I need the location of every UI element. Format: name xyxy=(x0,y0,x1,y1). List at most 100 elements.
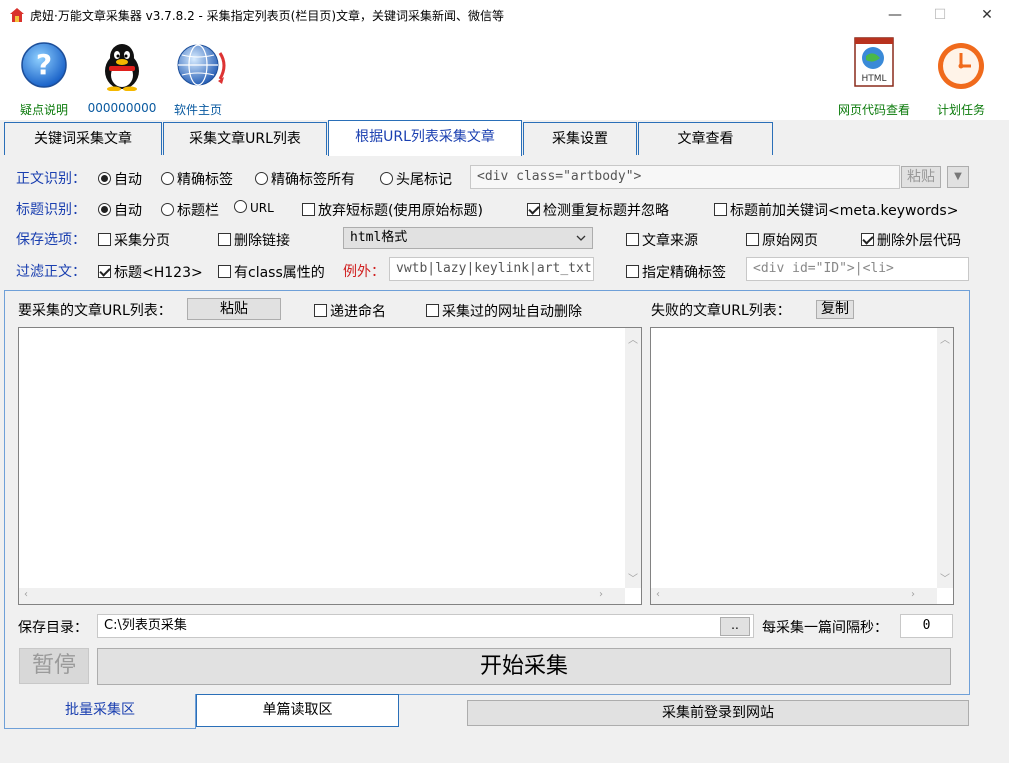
maximize-button[interactable]: ☐ xyxy=(925,4,955,26)
source-checkbox[interactable]: 文章来源 xyxy=(626,230,698,250)
body-headtail-radio[interactable]: 头尾标记 xyxy=(380,169,452,189)
interval-field[interactable]: 0 xyxy=(900,614,953,638)
scroll-up-icon: ︿ xyxy=(940,335,950,346)
help-question-icon: ? xyxy=(21,42,67,88)
title-h123-checkbox[interactable]: 标题<H123> xyxy=(98,262,203,282)
radio-icon xyxy=(234,200,247,213)
body-dropdown-button[interactable]: ▼ xyxy=(947,166,969,188)
schedule-tool[interactable]: 计划任务 xyxy=(921,32,1001,118)
home-tool[interactable]: 软件主页 xyxy=(158,32,238,118)
home-label: 软件主页 xyxy=(173,103,222,117)
html-document-icon: HTML xyxy=(854,37,894,87)
window-title: 虎妞·万能文章采集器 v3.7.8.2 - 采集指定列表页(栏目页)文章，关键词… xyxy=(30,9,505,23)
title-bar: 虎妞·万能文章采集器 v3.7.8.2 - 采集指定列表页(栏目页)文章，关键词… xyxy=(0,0,1009,30)
radio-selected-icon xyxy=(98,172,111,185)
body-tag-field[interactable]: <div class="artbody"> xyxy=(470,165,900,189)
checkbox-icon xyxy=(218,233,231,246)
scroll-left-icon: ‹ xyxy=(656,589,660,600)
auto-delete-checkbox[interactable]: 采集过的网址自动删除 xyxy=(426,301,582,321)
checkbox-icon xyxy=(746,233,759,246)
browse-button[interactable]: .. xyxy=(720,617,750,636)
tab-settings[interactable]: 采集设置 xyxy=(523,122,637,155)
tab-keyword-collect[interactable]: 关键词采集文章 xyxy=(4,122,162,155)
scroll-right-icon: › xyxy=(599,589,603,600)
scroll-down-icon: ﹀ xyxy=(940,574,950,585)
toolbar: ? 疑点说明 000000000 软件主页 HTML 网页代码查看 计划任务 xyxy=(0,30,1009,120)
close-button[interactable]: ✕ xyxy=(972,4,1002,26)
url-list-label: 要采集的文章URL列表： xyxy=(18,303,172,319)
format-select[interactable]: html格式 xyxy=(343,227,593,249)
tab-single-read[interactable]: 单篇读取区 xyxy=(196,694,399,727)
failed-list-textarea[interactable]: ︿ ﹀ ‹ › xyxy=(650,327,954,605)
checkbox-checked-icon xyxy=(98,265,111,278)
url-paste-button[interactable]: 粘贴 xyxy=(187,298,281,320)
start-collect-button[interactable]: 开始采集 xyxy=(97,648,951,685)
incremental-checkbox[interactable]: 递进命名 xyxy=(314,301,386,321)
scroll-left-icon: ‹ xyxy=(24,589,28,600)
save-dir-field[interactable]: C:\列表页采集 xyxy=(97,614,754,638)
horizontal-scrollbar[interactable]: ‹ › xyxy=(651,588,937,604)
checkbox-icon xyxy=(714,203,727,216)
tab-article-view[interactable]: 文章查看 xyxy=(638,122,773,155)
clock-icon xyxy=(938,43,984,89)
vertical-scrollbar[interactable]: ︿ ﹀ xyxy=(625,328,641,588)
title-auto-radio[interactable]: 自动 xyxy=(98,200,142,220)
has-class-checkbox[interactable]: 有class属性的 xyxy=(218,262,325,282)
title-url-radio[interactable]: URL xyxy=(234,200,274,215)
help-tool[interactable]: ? 疑点说明 xyxy=(4,32,84,118)
prefix-kw-checkbox[interactable]: 标题前加关键词<meta.keywords> xyxy=(714,200,958,220)
tab-url-list[interactable]: 采集文章URL列表 xyxy=(163,122,327,155)
save-opts-label: 保存选项： xyxy=(16,232,86,248)
qq-tool[interactable]: 000000000 xyxy=(82,32,162,118)
remove-links-checkbox[interactable]: 删除链接 xyxy=(218,230,290,250)
checkbox-icon xyxy=(626,233,639,246)
save-dir-label: 保存目录： xyxy=(18,620,88,636)
radio-icon xyxy=(380,172,393,185)
pause-button[interactable]: 暂停 xyxy=(19,648,89,684)
minimize-button[interactable]: — xyxy=(880,4,910,26)
app-house-icon xyxy=(10,8,24,22)
qq-label: 000000000 xyxy=(87,101,157,115)
radio-icon xyxy=(161,203,174,216)
checkbox-icon xyxy=(626,265,639,278)
checkbox-checked-icon xyxy=(527,203,540,216)
title-recog-label: 标题识别： xyxy=(16,202,86,218)
checkbox-icon xyxy=(98,233,111,246)
html-view-label: 网页代码查看 xyxy=(837,103,910,117)
schedule-label: 计划任务 xyxy=(936,103,985,117)
body-precise-all-radio[interactable]: 精确标签所有 xyxy=(255,169,355,189)
remove-outer-checkbox[interactable]: 删除外层代码 xyxy=(861,230,961,250)
interval-label: 每采集一篇间隔秒： xyxy=(762,620,888,636)
copy-button[interactable]: 复制 xyxy=(816,300,854,319)
paging-checkbox[interactable]: 采集分页 xyxy=(98,230,170,250)
original-checkbox[interactable]: 原始网页 xyxy=(746,230,818,250)
vertical-scrollbar[interactable]: ︿ ﹀ xyxy=(937,328,953,588)
html-view-tool[interactable]: HTML 网页代码查看 xyxy=(834,32,914,118)
filter-label: 过滤正文： xyxy=(16,264,86,280)
scroll-down-icon: ﹀ xyxy=(628,574,638,585)
body-paste-button[interactable]: 粘贴 xyxy=(901,166,941,188)
globe-icon xyxy=(177,44,226,86)
specify-tag-checkbox[interactable]: 指定精确标签 xyxy=(626,262,726,282)
failed-list-label: 失败的文章URL列表： xyxy=(651,303,791,319)
help-label: 疑点说明 xyxy=(19,103,68,117)
checkbox-icon xyxy=(426,304,439,317)
title-titlebar-radio[interactable]: 标题栏 xyxy=(161,200,219,220)
radio-icon xyxy=(161,172,174,185)
scroll-right-icon: › xyxy=(911,589,915,600)
body-precise-radio[interactable]: 精确标签 xyxy=(161,169,233,189)
exception-label: 例外： xyxy=(343,264,385,280)
body-auto-radio[interactable]: 自动 xyxy=(98,169,142,189)
tab-collect-by-url[interactable]: 根据URL列表采集文章 xyxy=(328,120,522,156)
horizontal-scrollbar[interactable]: ‹ › xyxy=(19,588,625,604)
tab-batch-collect[interactable]: 批量采集区 xyxy=(4,694,196,729)
detect-dup-checkbox[interactable]: 检测重复标题并忽略 xyxy=(527,200,669,220)
radio-selected-icon xyxy=(98,203,111,216)
exception-field[interactable]: vwtb|lazy|keylink|art_txt xyxy=(389,257,594,281)
discard-short-checkbox[interactable]: 放弃短标题(使用原始标题) xyxy=(302,200,483,220)
url-list-textarea[interactable]: ︿ ﹀ ‹ › xyxy=(18,327,642,605)
specify-tag-field[interactable]: <div id="ID">|<li> xyxy=(746,257,969,281)
main-tabs: 关键词采集文章 采集文章URL列表 根据URL列表采集文章 采集设置 文章查看 xyxy=(0,120,1009,156)
login-before-collect-button[interactable]: 采集前登录到网站 xyxy=(467,700,969,726)
svg-text:?: ? xyxy=(36,48,52,81)
